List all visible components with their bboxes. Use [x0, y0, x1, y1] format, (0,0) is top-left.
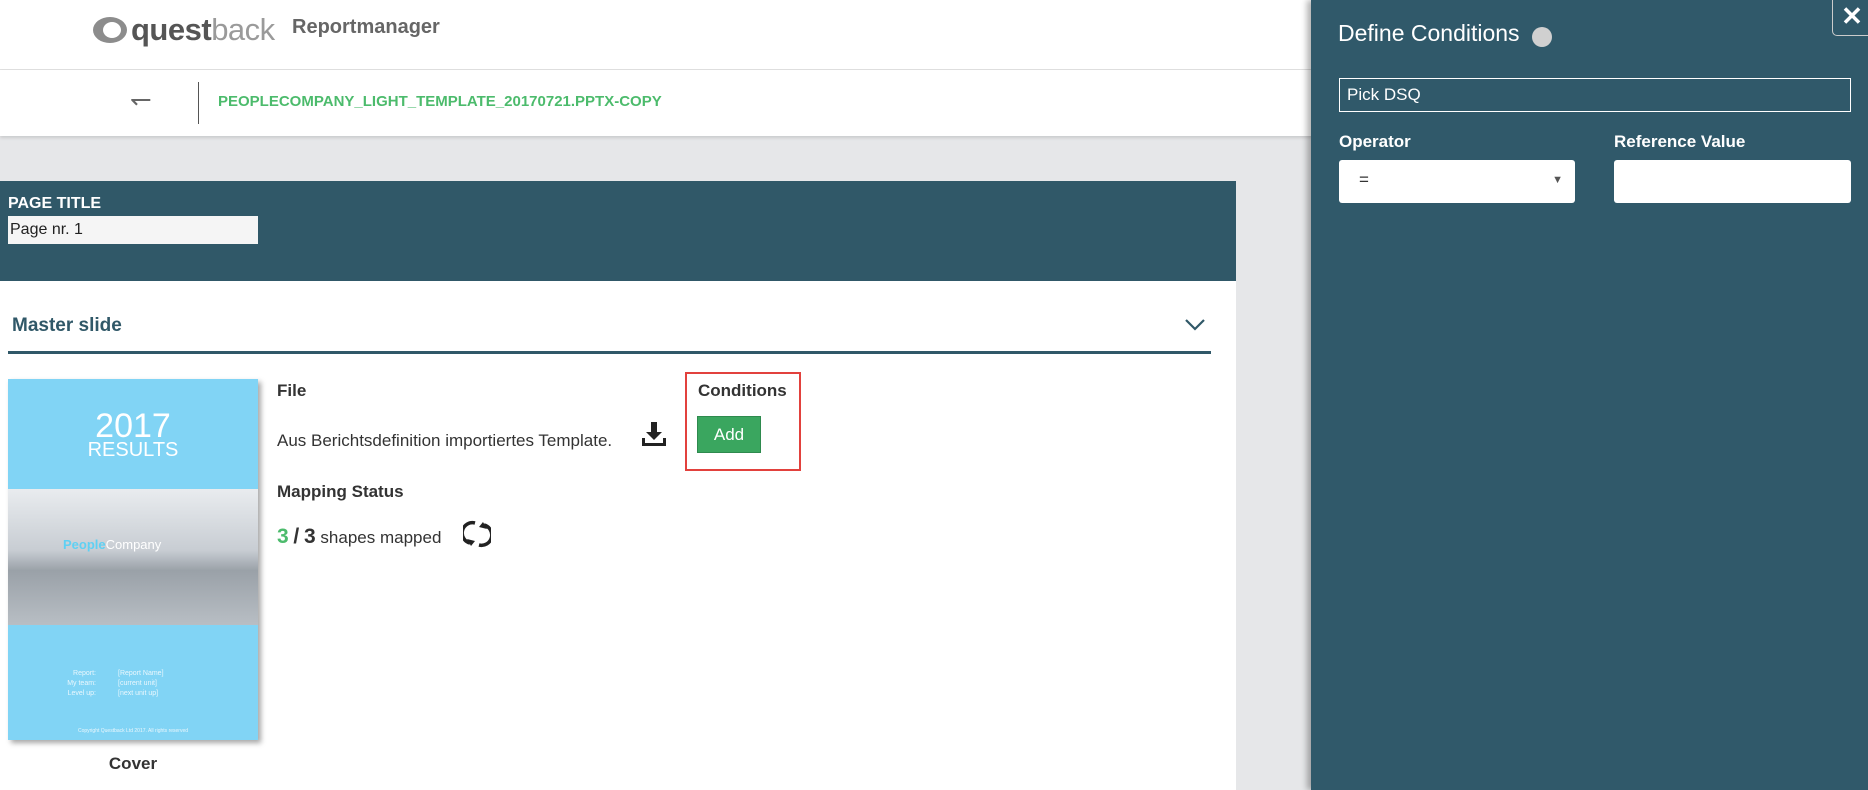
people-company-logo: PeopleCompany [63, 537, 162, 552]
logo-mark-icon [93, 17, 127, 43]
slide-caption: Cover [108, 754, 158, 773]
file-name-breadcrumb: PEOPLECOMPANY_LIGHT_TEMPLATE_20170721.PP… [218, 93, 662, 110]
slide-thumbnail[interactable]: 2017 RESULTS PeopleCompany Report: [Repor… [8, 379, 258, 740]
divider [198, 82, 199, 124]
section-divider [8, 351, 1211, 354]
status-dot-icon [1532, 27, 1552, 47]
page-title-input[interactable] [8, 216, 258, 244]
refresh-icon[interactable] [463, 519, 491, 549]
file-text: Aus Berichtsdefinition importiertes Temp… [277, 431, 613, 450]
dropdown-arrow-icon: ▼ [1552, 174, 1563, 186]
close-icon[interactable]: ✕ [1832, 0, 1868, 36]
chevron-down-icon[interactable] [1183, 312, 1207, 336]
file-heading: File [277, 381, 307, 400]
operator-value: = [1359, 170, 1369, 189]
panel-title: Define Conditions [1338, 20, 1520, 46]
mapping-status: 3 / 3 shapes mapped [277, 525, 442, 548]
conditions-heading: Conditions [698, 381, 787, 400]
download-icon[interactable] [640, 420, 668, 448]
thumb-copyright: Copyright Questback Ltd 2017. All rights… [77, 728, 189, 734]
reference-value-input[interactable] [1614, 160, 1851, 203]
master-slide-heading[interactable]: Master slide [12, 315, 122, 337]
thumb-results: RESULTS [87, 439, 179, 461]
operator-label: Operator [1339, 132, 1411, 151]
add-condition-button[interactable]: Add [697, 416, 761, 453]
dsq-picker-input[interactable] [1339, 78, 1851, 112]
reference-value-label: Reference Value [1614, 132, 1746, 151]
mapping-status-heading: Mapping Status [277, 482, 404, 501]
office-photo: PeopleCompany [8, 489, 258, 625]
thumb-meta: Report: [Report Name] My team: [current un… [67, 670, 164, 697]
back-arrow-icon[interactable]: ↽ [130, 84, 152, 115]
app-title: Reportmanager [292, 16, 440, 38]
page-title-label: PAGE TITLE [8, 195, 102, 212]
operator-select[interactable]: = ▼ [1339, 160, 1575, 203]
define-conditions-panel [1311, 0, 1868, 790]
questback-logo[interactable]: quest back [93, 12, 275, 48]
